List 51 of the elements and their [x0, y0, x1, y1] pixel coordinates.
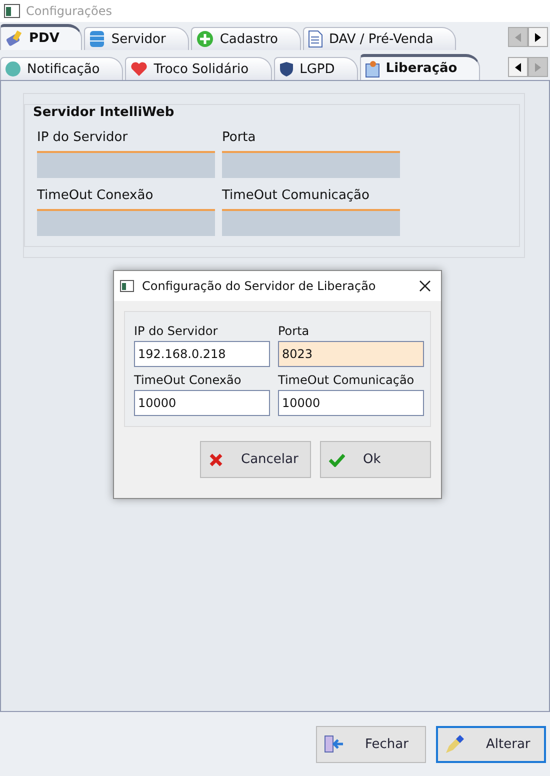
- dialog-button[interactable]: Cancelar: [200, 441, 311, 478]
- app-icon: [120, 280, 134, 292]
- input-field[interactable]: [222, 151, 400, 178]
- left-arrow-icon: [515, 32, 521, 42]
- right-arrow-icon: [535, 32, 541, 42]
- tab[interactable]: Notificação: [0, 57, 123, 80]
- dialog-title: Configuração do Servidor de Liberação: [142, 279, 376, 293]
- input-field[interactable]: 10000: [278, 390, 424, 416]
- dialog-button[interactable]: Ok: [320, 441, 431, 478]
- field-label: TimeOut Comunicação: [278, 373, 416, 387]
- field-label: TimeOut Conexão: [37, 188, 154, 203]
- add-icon: [196, 30, 214, 48]
- database-icon: [89, 30, 106, 48]
- input-field[interactable]: 10000: [134, 390, 270, 416]
- check-icon: [329, 452, 345, 466]
- tab[interactable]: Servidor: [84, 27, 189, 50]
- app-icon: [4, 4, 20, 18]
- field-label: Porta: [278, 324, 310, 338]
- scroll-left-button[interactable]: [508, 57, 528, 77]
- input-field[interactable]: [37, 151, 215, 178]
- footer-button[interactable]: Alterar: [436, 726, 546, 762]
- notification-icon: [5, 61, 21, 77]
- input-field[interactable]: [222, 209, 400, 236]
- input-field[interactable]: 8023: [278, 341, 424, 367]
- close-icon[interactable]: [419, 280, 431, 292]
- tab[interactable]: PDV: [0, 24, 82, 50]
- field-label: Porta: [222, 130, 257, 145]
- field-label: IP do Servidor: [134, 324, 219, 338]
- field-label: TimeOut Conexão: [134, 373, 242, 387]
- tab[interactable]: LGPD: [274, 57, 358, 80]
- document-icon: [308, 30, 323, 48]
- tab[interactable]: Liberação: [360, 54, 480, 80]
- tools-icon: [5, 30, 23, 48]
- field-label: IP do Servidor: [37, 130, 129, 145]
- footer-button[interactable]: Fechar: [316, 726, 426, 762]
- heart-icon: [130, 61, 148, 77]
- close-icon: [209, 452, 223, 466]
- tab[interactable]: Troco Solidário: [124, 57, 272, 80]
- scroll-right-button[interactable]: [528, 27, 548, 47]
- shield-icon: [278, 61, 294, 77]
- tab[interactable]: DAV / Pré-Venda: [303, 27, 456, 50]
- input-field[interactable]: [37, 209, 215, 236]
- tab[interactable]: Cadastro: [190, 27, 301, 50]
- exit-door-icon: [323, 734, 345, 754]
- pen-icon: [444, 733, 466, 755]
- left-arrow-icon: [515, 62, 521, 72]
- input-field[interactable]: 192.168.0.218: [134, 341, 270, 367]
- window-title: Configurações: [26, 4, 112, 18]
- clipboard-icon: [364, 60, 380, 78]
- right-arrow-icon: [535, 62, 541, 72]
- field-label: TimeOut Comunicação: [222, 188, 370, 203]
